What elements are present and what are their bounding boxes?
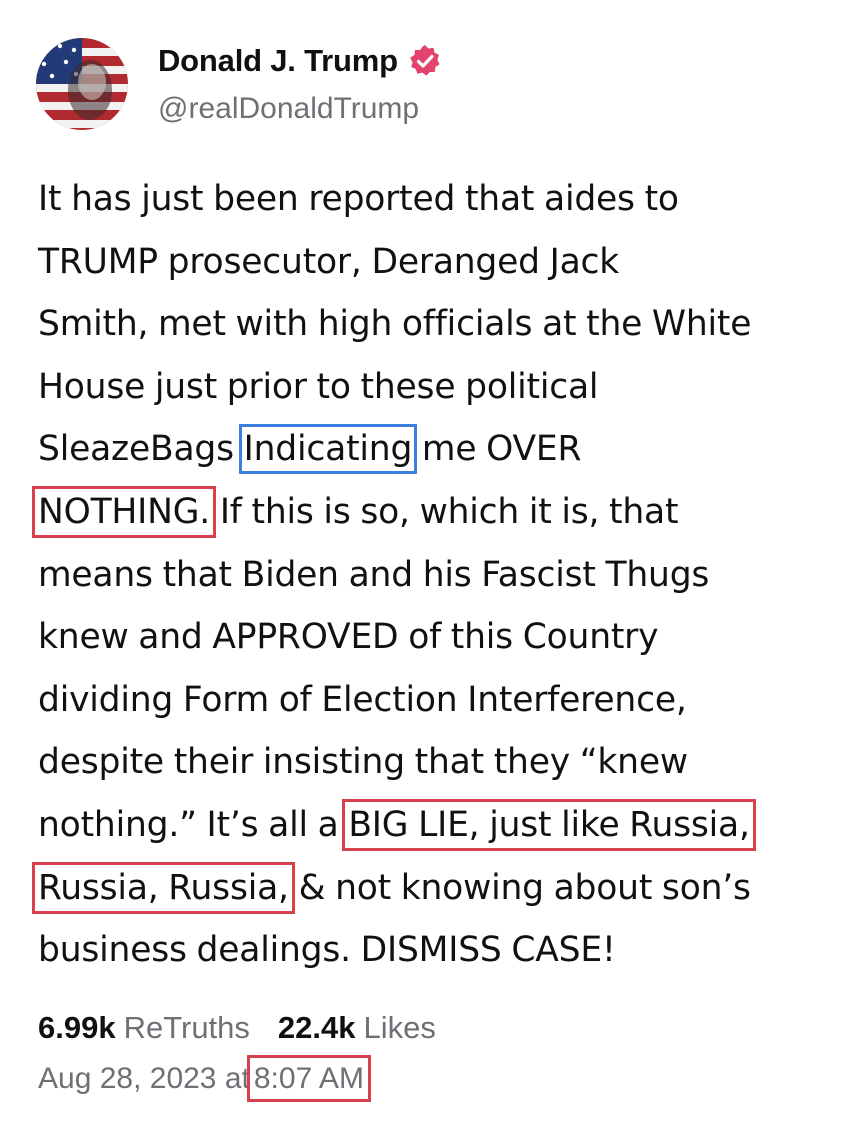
post-text: TRUMP prosecutor, Deranged Jack (38, 241, 620, 282)
post-line: Smith, met with high officials at the Wh… (38, 293, 838, 356)
post-text: It has just been reported that aides to (38, 179, 679, 219)
highlight-time-red-box: 8:07 AM (246, 1055, 371, 1102)
post-line: knew and APPROVED of this Country (38, 606, 838, 669)
likes-label: Likes (363, 1010, 436, 1045)
post-line: Russia, Russia, & not knowing about son’… (32, 857, 838, 920)
engagement-stats: 6.99k ReTruths 22.4k Likes (38, 1010, 436, 1046)
highlight-nothing-red-box: NOTHING. (31, 485, 217, 538)
highlight-indicating-blue-box: Indicating (238, 424, 418, 475)
post-text: business dealings. DISMISS CASE! (38, 930, 616, 971)
highlight-big-lie-red-box: BIG LIE, just like Russia, (342, 798, 756, 851)
user-handle[interactable]: @realDonaldTrump (158, 92, 443, 126)
flag-portrait-avatar-image (36, 38, 128, 130)
post-text: Smith, met with high officials at the Wh… (38, 304, 752, 345)
post-line: business dealings. DISMISS CASE! (38, 919, 838, 982)
post-body: It has just been reported that aides to … (31, 168, 838, 982)
post-text: despite their insisting that they “knew (38, 742, 688, 783)
post-text: If this is so, which it is, that (210, 491, 679, 532)
retruths-stat[interactable]: 6.99k ReTruths (38, 1010, 250, 1046)
highlight-russia-red-box: Russia, Russia, (32, 861, 295, 914)
timestamp-date: Aug 28, 2023 at (38, 1062, 250, 1095)
post-line: SleazeBags Indicating me OVER (38, 418, 838, 481)
post-line: TRUMP prosecutor, Deranged Jack (38, 231, 838, 294)
post-text: knew and APPROVED of this Country (38, 617, 659, 658)
post-text: dividing Form of Election Interference, (38, 679, 687, 720)
likes-stat[interactable]: 22.4k Likes (278, 1010, 436, 1046)
name-row: Donald J. Trump (158, 40, 443, 82)
post-line: nothing.” It’s all a BIG LIE, just like … (38, 794, 838, 857)
verified-badge-icon (407, 43, 443, 79)
post-text: House just prior to these political (38, 366, 599, 407)
post-line: means that Biden and his Fascist Thugs (38, 544, 838, 607)
avatar[interactable] (36, 38, 128, 130)
post-text: SleazeBags (38, 429, 244, 470)
post-text: & not knowing about son’s (288, 867, 751, 908)
author-block: Donald J. Trump @realDonaldTrump (158, 40, 443, 126)
likes-count: 22.4k (277, 1010, 356, 1045)
post-line: House just prior to these political (38, 356, 838, 419)
post-line: NOTHING. If this is so, which it is, tha… (31, 481, 838, 544)
post-text: nothing.” It’s all a (38, 804, 349, 845)
post-line: dividing Form of Election Interference, (38, 669, 838, 732)
post-text: me OVER (412, 429, 582, 470)
post-text: means that Biden and his Fascist Thugs (38, 554, 710, 595)
retruths-count: 6.99k (38, 1010, 116, 1045)
retruths-label: ReTruths (123, 1010, 250, 1045)
post-line: It has just been reported that aides to (38, 168, 838, 231)
display-name[interactable]: Donald J. Trump (158, 43, 398, 79)
post-timestamp[interactable]: Aug 28, 2023 at 8:07 AM (38, 1055, 371, 1102)
post-line: despite their insisting that they “knew (38, 731, 838, 794)
